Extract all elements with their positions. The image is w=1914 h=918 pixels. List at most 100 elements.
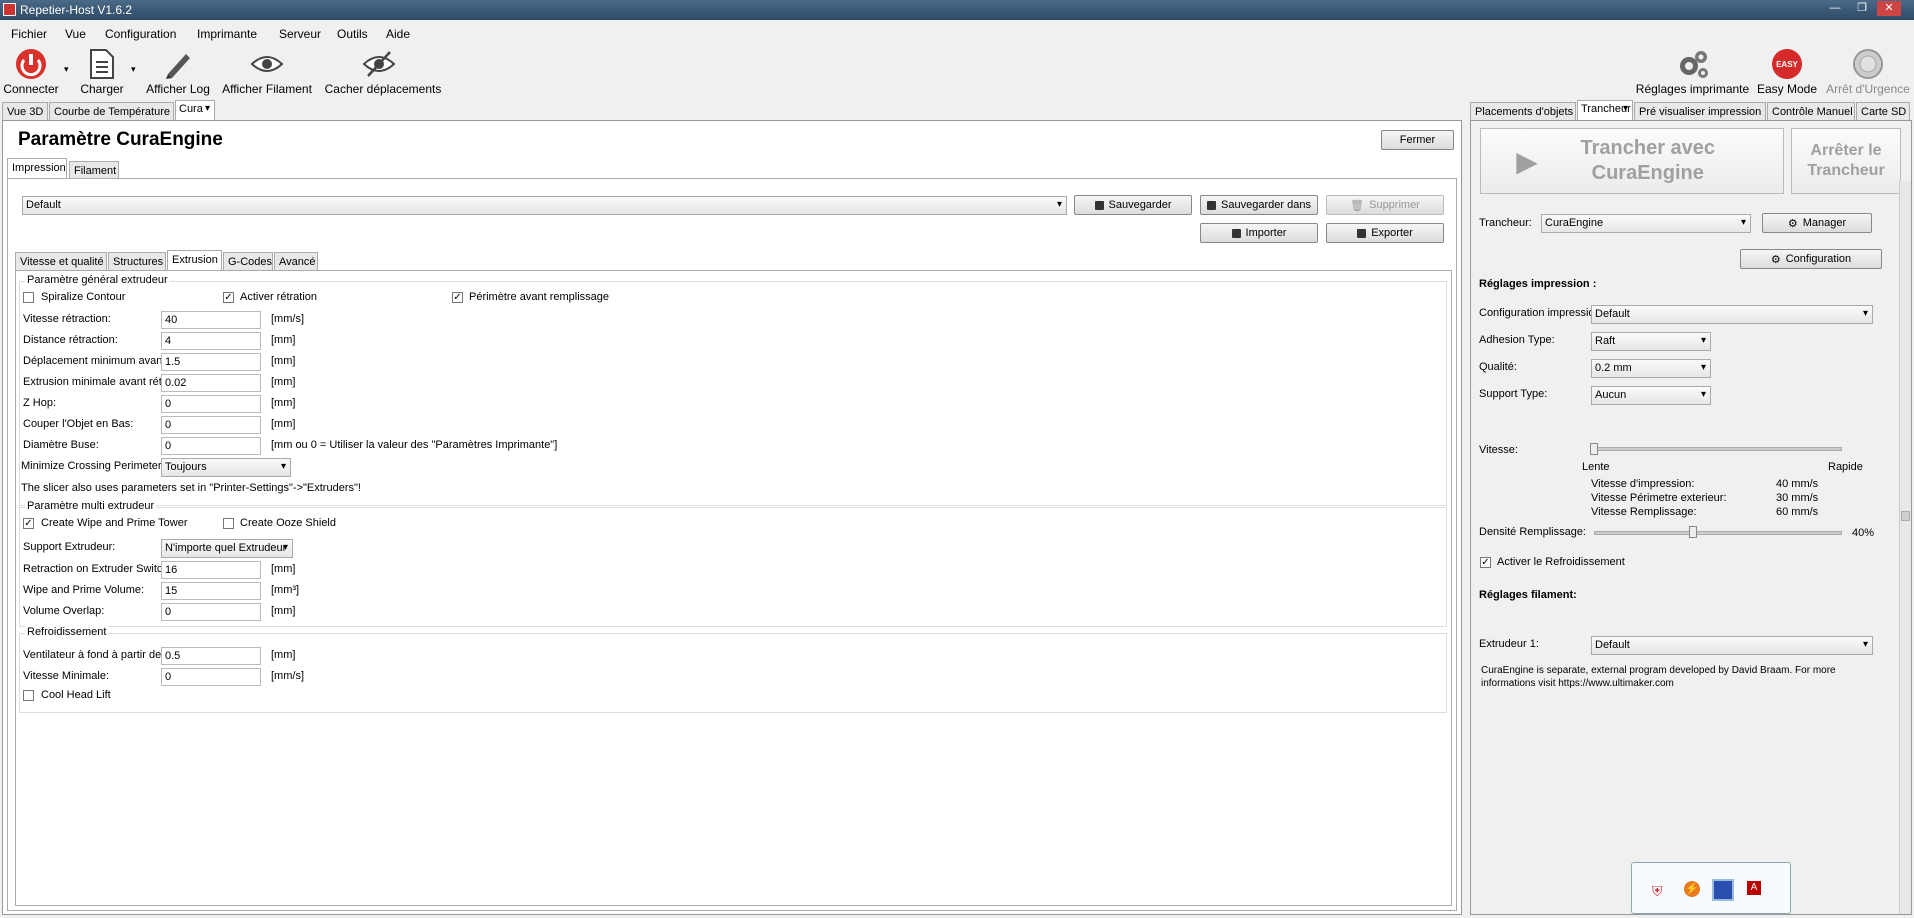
show-log-button[interactable]: Afficher Log [143,46,213,98]
manager-button[interactable]: ⚙ Manager [1762,213,1872,233]
load-dropdown-icon[interactable]: ▾ [131,64,136,75]
document-icon [84,46,120,82]
tab-sd-card[interactable]: Carte SD [1856,102,1910,121]
emergency-stop-button[interactable]: Arrêt d'Urgence [1824,46,1912,98]
load-button[interactable]: Charger [76,46,128,98]
slice-button[interactable]: ▶ Trancher avec CuraEngine [1480,128,1784,194]
emergency-icon [1850,46,1886,82]
save-button[interactable]: Sauvegarder [1074,195,1192,215]
menu-aide[interactable]: Aide [386,27,410,41]
tab-cura[interactable]: Cura [175,100,215,121]
infill-speed-value: 60 mm/s [1776,506,1819,518]
wipe-tower-checkbox[interactable]: ✓ [23,518,34,529]
perimeter-before-infill-checkbox[interactable]: ✓ [452,292,463,303]
retraction-checkbox[interactable]: ✓ [223,292,234,303]
tab-advanced[interactable]: Avancé [274,252,318,271]
min-travel-label: Déplacement minimum avant rétracti [23,355,163,367]
easy-mode-button[interactable]: EASY Easy Mode [1755,46,1819,98]
minimize-button[interactable]: — [1823,1,1847,16]
menu-configuration[interactable]: Configuration [105,27,176,41]
tray-adobe-icon[interactable]: A [1747,881,1761,895]
min-extrusion-input[interactable]: 0.02 [161,374,261,392]
support-type-label: Support Type: [1479,388,1548,400]
infill-density-slider[interactable] [1594,531,1842,535]
tab-slicer[interactable]: Trancheur [1577,100,1633,121]
retraction-speed-unit: [mm/s] [271,313,304,325]
retraction-distance-input[interactable]: 4 [161,332,261,350]
quality-select[interactable]: 0.2 mm [1591,359,1711,378]
tray-display-icon[interactable] [1712,879,1734,901]
adhesion-select[interactable]: Raft [1591,332,1711,351]
tab-speed-quality[interactable]: Vitesse et qualité [15,252,107,271]
tab-print-preview[interactable]: Pré visualiser impression [1634,102,1766,121]
crossing-perimeters-select[interactable]: Toujours [161,458,291,477]
nozzle-diameter-input[interactable]: 0 [161,437,261,455]
z-hop-input[interactable]: 0 [161,395,261,413]
configuration-button[interactable]: ⚙ Configuration [1740,249,1882,269]
support-extruder-select[interactable]: N'importe quel Extrudeur [161,539,293,558]
wipe-tower-label: Create Wipe and Prime Tower [41,517,188,529]
tray-flash-icon[interactable]: ⚡ [1684,881,1700,897]
min-speed-label: Vitesse Minimale: [23,670,109,682]
ooze-shield-checkbox[interactable] [223,518,234,529]
slicer-select[interactable]: CuraEngine [1541,214,1751,233]
menu-imprimante[interactable]: Imprimante [197,27,257,41]
z-hop-label: Z Hop: [23,397,57,409]
delete-button[interactable]: 🗑 Supprimer [1326,195,1444,215]
menu-outils[interactable]: Outils [337,27,368,41]
retraction-speed-input[interactable]: 40 [161,311,261,329]
wipe-volume-input[interactable]: 15 [161,582,261,600]
profile-select[interactable]: Default [22,196,1067,215]
tab-gcodes[interactable]: G-Codes [223,252,273,271]
cool-head-lift-checkbox[interactable] [23,690,34,701]
printer-settings-button[interactable]: Réglages imprimante [1635,46,1750,98]
import-button[interactable]: Importer [1200,223,1318,243]
close-window-button[interactable]: ✕ [1877,1,1901,16]
subtab-impression[interactable]: Impression [7,158,67,179]
extruder1-select[interactable]: Default [1591,636,1873,655]
scrollbar[interactable] [1899,181,1911,914]
menu-serveur[interactable]: Serveur [279,27,321,41]
print-config-select[interactable]: Default [1591,305,1873,324]
eye-slash-icon [361,46,397,82]
retraction-distance-label: Distance rétraction: [23,334,118,346]
tab-3d-view[interactable]: Vue 3D [2,102,48,121]
extruder1-label: Extrudeur 1: [1479,638,1539,650]
tab-structures[interactable]: Structures [108,252,166,271]
maximize-button[interactable]: ❐ [1850,1,1874,16]
tab-temperature-curve[interactable]: Courbe de Température [49,102,174,121]
speed-label: Vitesse: [1479,444,1518,456]
speed-slider-thumb[interactable] [1590,443,1598,455]
export-button[interactable]: Exporter [1326,223,1444,243]
cooling-title: Refroidissement [25,626,109,638]
window-title: Repetier-Host V1.6.2 [20,3,133,17]
volume-overlap-input[interactable]: 0 [161,603,261,621]
infill-density-thumb[interactable] [1689,526,1698,538]
hide-moves-button[interactable]: Cacher déplacements [321,46,445,98]
save-in-button[interactable]: Sauvegarder dans [1200,195,1318,215]
cut-object-input[interactable]: 0 [161,416,261,434]
trash-icon: 🗑 [1350,199,1365,212]
min-travel-input[interactable]: 1.5 [161,353,261,371]
connect-button[interactable]: Connecter [2,46,60,98]
menu-fichier[interactable]: Fichier [11,27,47,41]
scrollbar-thumb[interactable] [1901,511,1910,521]
retraction-label: Activer rétration [240,291,318,303]
speed-slider[interactable] [1594,447,1842,451]
spiralize-checkbox[interactable] [23,292,34,303]
tab-object-placement[interactable]: Placements d'objets [1470,102,1576,121]
tab-extrusion[interactable]: Extrusion [167,250,222,271]
close-button[interactable]: Fermer [1381,130,1454,150]
enable-cooling-checkbox[interactable]: ✓ [1480,557,1491,568]
show-filament-button[interactable]: Afficher Filament [218,46,316,98]
stop-slicer-button[interactable]: Arrêter le Trancheur [1791,128,1901,194]
menu-vue[interactable]: Vue [65,27,86,41]
tray-shield-icon[interactable]: ⛨ [1652,883,1663,900]
min-speed-input[interactable]: 0 [161,668,261,686]
min-extrusion-unit: [mm] [271,376,296,388]
fan-full-height-input[interactable]: 0.5 [161,647,261,665]
connect-dropdown-icon[interactable]: ▾ [64,64,69,75]
support-type-select[interactable]: Aucun [1591,386,1711,405]
extruder-switch-retraction-input[interactable]: 16 [161,561,261,579]
tab-manual-control[interactable]: Contrôle Manuel [1767,102,1855,121]
